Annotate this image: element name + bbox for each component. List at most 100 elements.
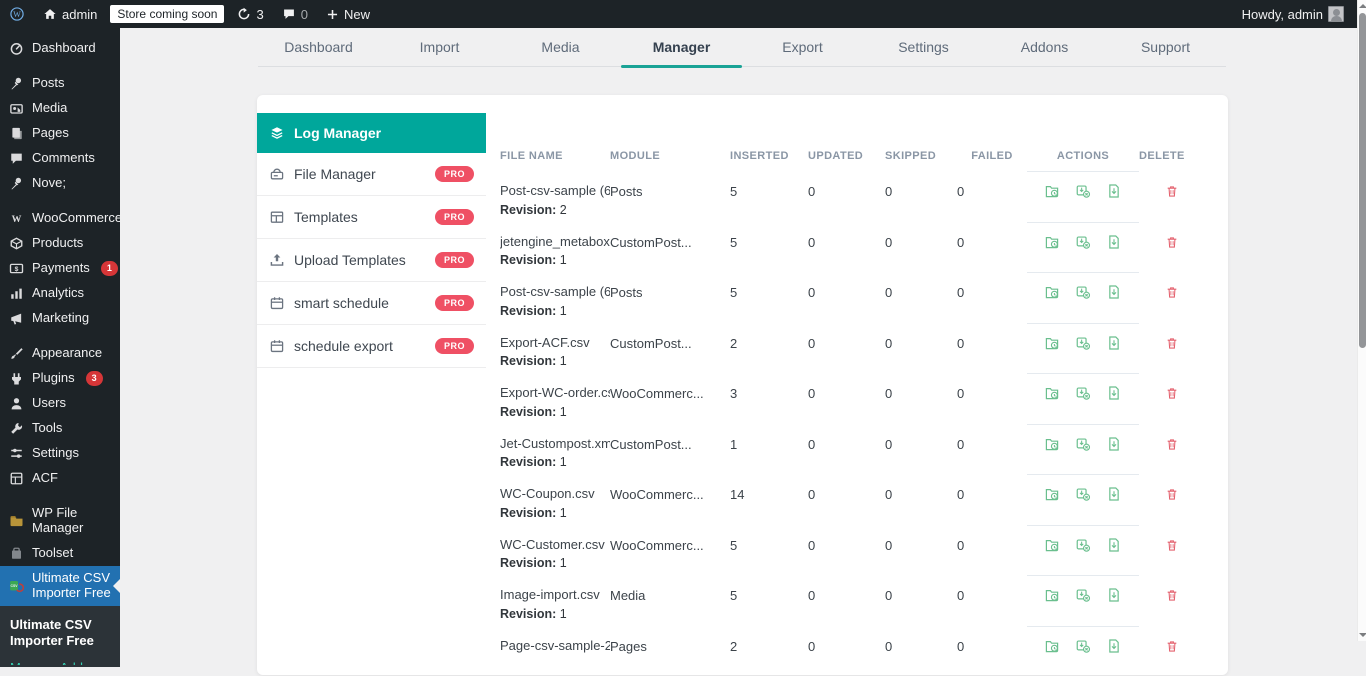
sidebar-item-woocommerce[interactable]: W WooCommerce	[0, 206, 120, 231]
tab-import[interactable]: Import	[379, 28, 500, 66]
pin-icon	[9, 76, 24, 91]
updates-menu[interactable]: 3	[228, 0, 272, 28]
panel-item-log-manager[interactable]: Log Manager PRO	[257, 113, 486, 153]
sidebar-item-payments[interactable]: $ Payments 1	[0, 256, 120, 281]
wordpress-logo-menu[interactable]: W	[0, 0, 34, 28]
table-row: WC-Customer.csv Revision: 1 WooCommerc..…	[500, 525, 1220, 576]
view-log-icon[interactable]	[1044, 284, 1060, 300]
sidebar-item-comments[interactable]: Comments	[0, 146, 120, 171]
scroll-down-arrow[interactable]	[1358, 630, 1366, 640]
view-log-icon[interactable]	[1044, 234, 1060, 250]
submenu-title[interactable]: Ultimate CSV Importer Free	[0, 613, 120, 658]
delete-log-icon[interactable]	[1165, 487, 1179, 502]
delete-log-icon[interactable]	[1165, 538, 1179, 553]
skipped-media-icon[interactable]	[1075, 638, 1091, 654]
skipped-media-icon[interactable]	[1075, 183, 1091, 199]
tab-media[interactable]: Media	[500, 28, 621, 66]
sidebar-item-toolset[interactable]: Toolset	[0, 541, 120, 566]
download-file-icon[interactable]	[1106, 234, 1122, 250]
skipped-media-icon[interactable]	[1075, 385, 1091, 401]
updated-cell: 0	[808, 626, 885, 676]
view-log-icon[interactable]	[1044, 385, 1060, 401]
sidebar-item-marketing[interactable]: Marketing	[0, 306, 120, 331]
tab-support[interactable]: Support	[1105, 28, 1226, 66]
download-file-icon[interactable]	[1106, 587, 1122, 603]
inserted-cell: 5	[730, 222, 808, 273]
skipped-media-icon[interactable]	[1075, 284, 1091, 300]
column-header: UPDATED	[808, 150, 885, 162]
skipped-media-icon[interactable]	[1075, 486, 1091, 502]
skipped-media-icon[interactable]	[1075, 436, 1091, 452]
sidebar-item-nove[interactable]: Nove;	[0, 171, 120, 196]
sidebar-item-plugins[interactable]: Plugins 3	[0, 366, 120, 391]
view-log-icon[interactable]	[1044, 183, 1060, 199]
site-name-menu[interactable]: admin	[34, 0, 106, 28]
delete-log-icon[interactable]	[1165, 184, 1179, 199]
download-file-icon[interactable]	[1106, 638, 1122, 654]
sidebar-item-settings[interactable]: Settings	[0, 441, 120, 466]
tab-label: Manager	[653, 39, 711, 55]
sidebar-item-tools[interactable]: Tools	[0, 416, 120, 441]
download-file-icon[interactable]	[1106, 537, 1122, 553]
failed-cell: 0	[957, 575, 1027, 626]
view-log-icon[interactable]	[1044, 486, 1060, 502]
panel-item-smart-schedule[interactable]: smart schedule PRO	[257, 282, 486, 325]
tab-settings[interactable]: Settings	[863, 28, 984, 66]
sidebar-item-ultimate-csv-importer[interactable]: CSV Ultimate CSV Importer Free	[0, 566, 120, 606]
download-file-icon[interactable]	[1106, 385, 1122, 401]
tab-manager[interactable]: Manager	[621, 28, 742, 66]
download-file-icon[interactable]	[1106, 436, 1122, 452]
comments-count: 0	[301, 7, 308, 22]
sidebar-item-appearance[interactable]: Appearance	[0, 341, 120, 366]
sidebar-item-dashboard[interactable]: Dashboard	[0, 36, 120, 61]
new-content-menu[interactable]: New	[317, 0, 379, 28]
howdy-account-menu[interactable]: Howdy, admin	[1240, 0, 1346, 28]
panel-item-templates[interactable]: Templates PRO	[257, 196, 486, 239]
sidebar-item-pages[interactable]: Pages	[0, 121, 120, 146]
sidebar-item-label: Posts	[32, 76, 65, 91]
page-scrollbar[interactable]	[1357, 0, 1366, 641]
module-cell: CustomPost...	[610, 424, 730, 475]
tab-dashboard[interactable]: Dashboard	[258, 28, 379, 66]
submenu-item-manage-addons[interactable]: Manage Addons	[0, 657, 120, 665]
delete-log-icon[interactable]	[1165, 336, 1179, 351]
panel-item-schedule-export[interactable]: schedule export PRO	[257, 325, 486, 368]
download-file-icon[interactable]	[1106, 284, 1122, 300]
sidebar-item-label: WooCommerce	[32, 211, 122, 226]
panel-item-file-manager[interactable]: File Manager PRO	[257, 153, 486, 196]
skipped-media-icon[interactable]	[1075, 537, 1091, 553]
view-log-icon[interactable]	[1044, 587, 1060, 603]
view-log-icon[interactable]	[1044, 638, 1060, 654]
delete-log-icon[interactable]	[1165, 235, 1179, 250]
inserted-cell: 2	[730, 626, 808, 676]
sidebar-item-acf[interactable]: ACF	[0, 466, 120, 491]
sidebar-item-posts[interactable]: Posts	[0, 71, 120, 96]
sidebar-item-wp-file-manager[interactable]: WP File Manager	[0, 501, 120, 541]
delete-log-icon[interactable]	[1165, 588, 1179, 603]
sidebar-item-media[interactable]: Media	[0, 96, 120, 121]
view-log-icon[interactable]	[1044, 436, 1060, 452]
comments-menu[interactable]: 0	[273, 0, 317, 28]
sidebar-item-products[interactable]: Products	[0, 231, 120, 256]
view-log-icon[interactable]	[1044, 335, 1060, 351]
view-log-icon[interactable]	[1044, 537, 1060, 553]
download-file-icon[interactable]	[1106, 486, 1122, 502]
delete-log-icon[interactable]	[1165, 437, 1179, 452]
tab-export[interactable]: Export	[742, 28, 863, 66]
download-file-icon[interactable]	[1106, 335, 1122, 351]
delete-log-icon[interactable]	[1165, 386, 1179, 401]
delete-log-icon[interactable]	[1165, 285, 1179, 300]
sidebar-item-analytics[interactable]: Analytics	[0, 281, 120, 306]
table-row: Post-csv-sample (6... Revision: 1 Posts …	[500, 272, 1220, 323]
download-file-icon[interactable]	[1106, 183, 1122, 199]
skipped-media-icon[interactable]	[1075, 234, 1091, 250]
panel-item-upload-templates[interactable]: Upload Templates PRO	[257, 239, 486, 282]
scroll-up-arrow[interactable]	[1358, 1, 1366, 11]
scrollbar-thumb[interactable]	[1359, 13, 1366, 348]
skipped-media-icon[interactable]	[1075, 335, 1091, 351]
dashboard-icon	[9, 41, 24, 56]
tab-addons[interactable]: Addons	[984, 28, 1105, 66]
updated-cell: 0	[808, 575, 885, 626]
skipped-media-icon[interactable]	[1075, 587, 1091, 603]
sidebar-item-users[interactable]: Users	[0, 391, 120, 416]
